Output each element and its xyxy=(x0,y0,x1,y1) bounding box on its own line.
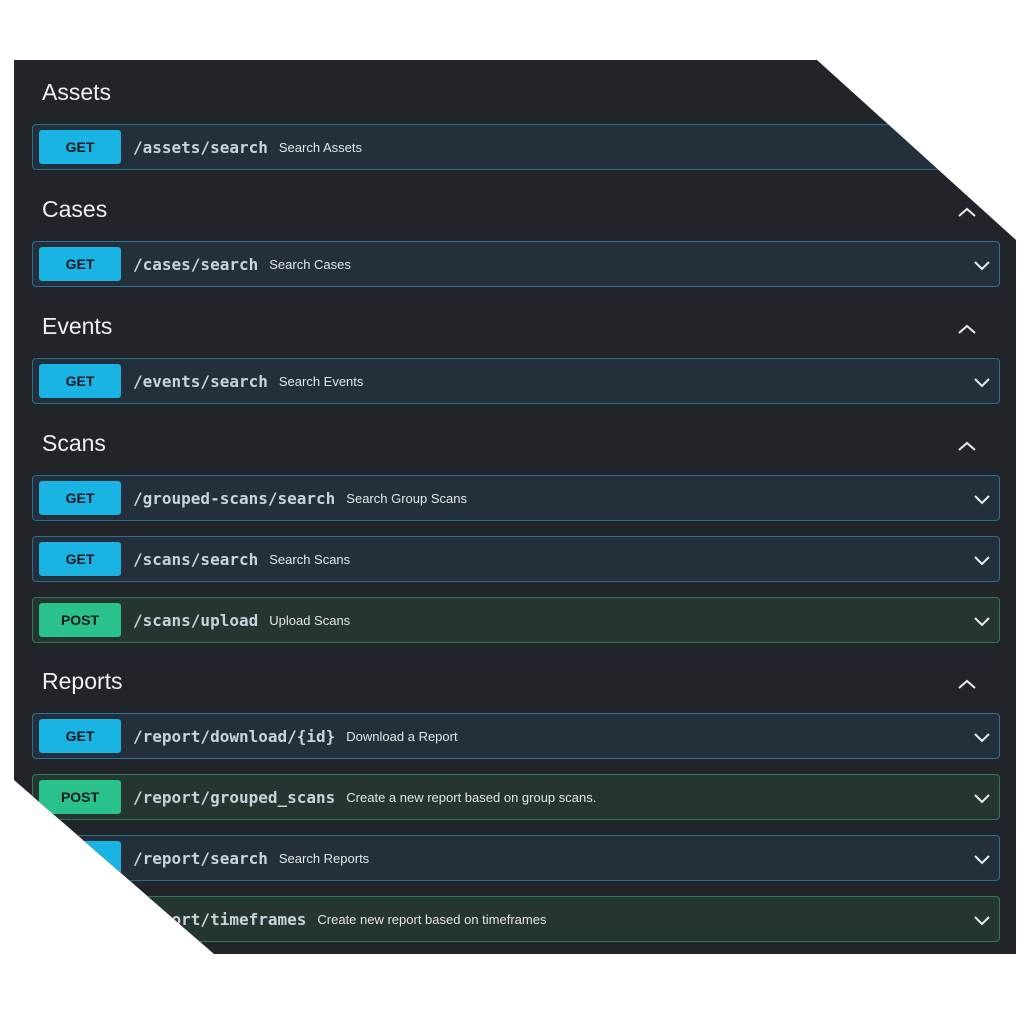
operation-path: /scans/upload xyxy=(133,610,259,630)
method-badge: GET xyxy=(39,841,121,875)
operation-get-grouped-scans-search[interactable]: GET /grouped-scans/search Search Group S… xyxy=(32,475,1000,521)
operation-path: /report/search xyxy=(133,848,268,868)
chevron-down-icon[interactable] xyxy=(971,909,993,931)
section-title-cases: Cases xyxy=(42,196,108,222)
chevron-down-icon[interactable] xyxy=(971,549,993,571)
operation-path: /events/search xyxy=(133,371,268,391)
section-title-reports: Reports xyxy=(42,668,123,694)
method-badge: POST xyxy=(39,780,121,814)
operation-summary: Search Events xyxy=(278,373,364,389)
chevron-down-icon[interactable] xyxy=(971,726,993,748)
section-title-scans: Scans xyxy=(42,430,106,456)
method-badge: GET xyxy=(39,481,121,515)
operation-summary: Upload Scans xyxy=(269,612,351,628)
method-badge: GET xyxy=(39,364,121,398)
chevron-up-icon[interactable] xyxy=(954,435,980,457)
method-badge: GET xyxy=(39,719,121,753)
method-badge: POST xyxy=(39,902,121,936)
operation-path: /cases/search xyxy=(133,254,259,274)
operation-summary: Search Group Scans xyxy=(346,490,467,506)
chevron-down-icon[interactable] xyxy=(971,488,993,510)
operation-summary: Search Scans xyxy=(269,551,351,567)
operation-get-report-download[interactable]: GET /report/download/{id} Download a Rep… xyxy=(32,713,1000,759)
method-badge: GET xyxy=(39,247,121,281)
section-title-assets: Assets xyxy=(42,79,112,105)
chevron-down-icon[interactable] xyxy=(971,610,993,632)
method-badge: POST xyxy=(39,603,121,637)
operation-summary: Download a Report xyxy=(346,728,458,744)
operation-summary: Search Cases xyxy=(269,256,351,272)
operation-post-scans-upload[interactable]: POST /scans/upload Upload Scans xyxy=(32,597,1000,643)
chevron-down-icon[interactable] xyxy=(971,787,993,809)
chevron-down-icon[interactable] xyxy=(971,371,993,393)
chevron-down-icon[interactable] xyxy=(971,254,993,276)
method-badge: GET xyxy=(39,542,121,576)
operation-path: /report/grouped_scans xyxy=(133,787,336,807)
chevron-up-icon[interactable] xyxy=(954,673,980,695)
api-docs-panel: Assets GET /assets/search Search Assets … xyxy=(14,60,1016,954)
operation-get-events-search[interactable]: GET /events/search Search Events xyxy=(32,358,1000,404)
operation-summary: Create new report based on timeframes xyxy=(317,911,547,927)
method-badge: GET xyxy=(39,130,121,164)
operation-summary: Search Reports xyxy=(278,850,370,866)
operation-path: /report/download/{id} xyxy=(133,726,336,746)
chevron-down-icon[interactable] xyxy=(971,848,993,870)
section-title-events: Events xyxy=(42,313,113,339)
operation-post-report-grouped-scans[interactable]: POST /report/grouped_scans Create a new … xyxy=(32,774,1000,820)
chevron-up-icon[interactable] xyxy=(954,318,980,340)
operation-get-scans-search[interactable]: GET /scans/search Search Scans xyxy=(32,536,1000,582)
operation-post-report-timeframes[interactable]: POST /report/timeframes Create new repor… xyxy=(32,896,1000,942)
operation-path: /grouped-scans/search xyxy=(133,488,336,508)
operation-path: /scans/search xyxy=(133,549,259,569)
operation-get-assets-search[interactable]: GET /assets/search Search Assets xyxy=(32,124,1000,170)
operation-path: /report/timeframes xyxy=(133,909,307,929)
operation-summary: Search Assets xyxy=(278,139,362,155)
operation-summary: Create a new report based on group scans… xyxy=(346,789,597,805)
chevron-up-icon[interactable] xyxy=(954,201,980,223)
operation-get-report-search[interactable]: GET /report/search Search Reports xyxy=(32,835,1000,881)
operation-get-cases-search[interactable]: GET /cases/search Search Cases xyxy=(32,241,1000,287)
operation-path: /assets/search xyxy=(133,137,268,157)
